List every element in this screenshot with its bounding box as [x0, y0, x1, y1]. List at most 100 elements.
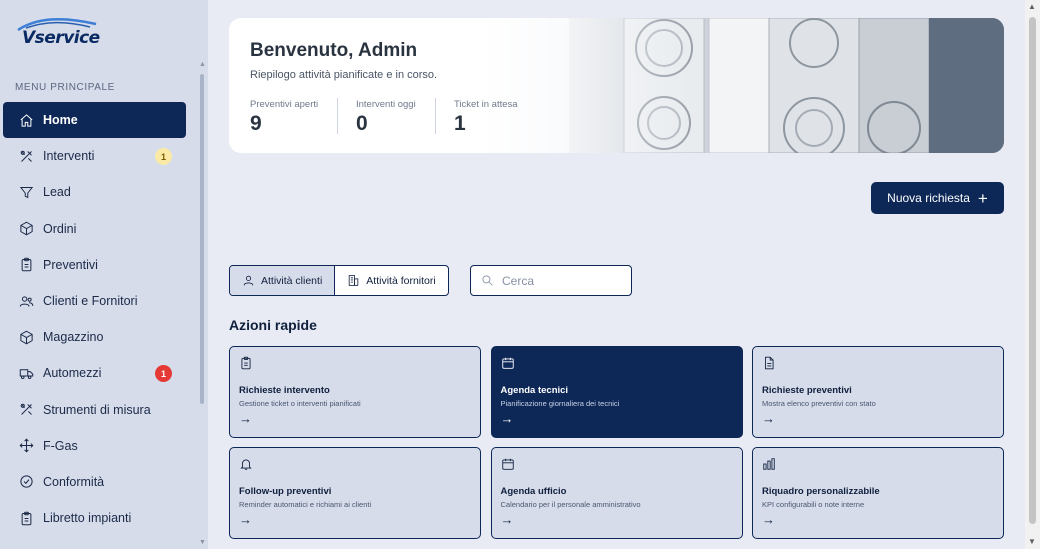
- scroll-up-icon[interactable]: ▲: [199, 61, 206, 68]
- stat-label: Ticket in attesa: [454, 99, 518, 110]
- notification-badge: 1: [155, 365, 172, 383]
- box-icon: [18, 221, 34, 237]
- truck-icon: [18, 365, 34, 381]
- sidebar-item-label: Automezzi: [43, 366, 102, 381]
- stat-interventi-oggi: Interventi oggi 0: [356, 99, 416, 135]
- stat-value: 0: [356, 112, 368, 135]
- welcome-banner: Benvenuto, Admin Riepilogo attività pian…: [229, 18, 1004, 153]
- sidebar-item-lead[interactable]: Lead: [3, 174, 186, 210]
- tab-attivita-fornitori[interactable]: Attività fornitori: [335, 266, 447, 295]
- card-title: Follow-up preventivi: [239, 486, 332, 497]
- clipboard-icon: [239, 356, 471, 375]
- sidebar-item-label: Home: [43, 113, 78, 128]
- bar-chart-icon: [762, 457, 994, 476]
- sidebar-item-libretto-impianti[interactable]: Libretto impianti: [3, 500, 186, 536]
- card-description: Mostra elenco preventivi con stato: [762, 399, 876, 408]
- plus-icon: +: [977, 188, 988, 208]
- calendar-icon: [501, 356, 733, 375]
- arrow-right-icon: →: [500, 411, 514, 426]
- stat-value: 1: [454, 112, 466, 135]
- document-icon: [762, 356, 994, 375]
- sidebar-item-label: Clienti e Fornitori: [43, 294, 138, 309]
- card-title: Agenda ufficio: [500, 486, 567, 497]
- stat-ticket-attesa: Ticket in attesa 1: [454, 99, 518, 135]
- main-content: Benvenuto, Admin Riepilogo attività pian…: [208, 0, 1025, 549]
- scroll-down-icon[interactable]: ▼: [199, 539, 206, 546]
- card-description: Pianificazione giornaliera dei tecnici: [500, 399, 620, 408]
- brand-logo[interactable]: Vservice: [16, 14, 108, 52]
- welcome-subtitle: Riepilogo attività pianificate e in cors…: [250, 69, 438, 81]
- tab-label: Attività fornitori: [366, 274, 436, 287]
- arrow-right-icon: →: [762, 411, 775, 426]
- stat-divider: [337, 98, 338, 134]
- sidebar-item-ordini[interactable]: Ordini: [3, 211, 186, 247]
- sidebar-item-conformita[interactable]: Conformità: [3, 464, 186, 500]
- card-agenda-ufficio[interactable]: Agenda ufficio Calendario per il persona…: [490, 447, 743, 539]
- card-riquadro-personalizzabile[interactable]: Riquadro personalizzabile KPI configurab…: [752, 447, 1004, 539]
- scroll-up-icon[interactable]: ▲: [1028, 2, 1036, 11]
- users-icon: [18, 293, 34, 309]
- new-request-label: Nuova richiesta: [887, 191, 970, 205]
- arrow-right-icon: →: [239, 411, 252, 426]
- menu-title: MENU PRINCIPALE: [15, 82, 115, 93]
- sidebar-scrollbar[interactable]: ▲ ▼: [199, 61, 206, 549]
- card-richieste-preventivi[interactable]: Richieste preventivi Mostra elenco preve…: [752, 346, 1004, 438]
- sidebar-item-label: Interventi: [43, 149, 95, 164]
- tab-label: Attività clienti: [261, 274, 323, 287]
- card-description: KPI configurabili o note interne: [762, 500, 865, 509]
- page-scrollbar[interactable]: ▲ ▼: [1025, 0, 1040, 549]
- page-scroll-thumb[interactable]: [1029, 17, 1036, 524]
- sidebar: Vservice MENU PRINCIPALE Home Interventi…: [0, 0, 208, 549]
- quick-actions-grid: Richieste intervento Gestione ticket o i…: [229, 346, 1004, 539]
- search-icon: [482, 275, 493, 286]
- card-title: Richieste intervento: [239, 385, 330, 396]
- notification-badge: 1: [155, 148, 172, 166]
- sidebar-item-label: F-Gas: [43, 438, 78, 453]
- sidebar-item-label: Conformità: [43, 474, 105, 489]
- sidebar-item-label: Lead: [43, 185, 71, 200]
- card-follow-up-preventivi[interactable]: Follow-up preventivi Reminder automatici…: [229, 447, 481, 539]
- stat-label: Preventivi aperti: [250, 99, 319, 110]
- building-icon: [349, 275, 359, 286]
- sidebar-item-label: Magazzino: [43, 330, 104, 345]
- sidebar-item-label: Strumenti di misura: [43, 402, 151, 417]
- sidebar-item-preventivi[interactable]: Preventivi: [3, 247, 186, 283]
- quick-actions-title: Azioni rapide: [229, 317, 317, 333]
- tab-attivita-clienti[interactable]: Attività clienti: [230, 266, 336, 295]
- welcome-title: Benvenuto, Admin: [250, 40, 418, 61]
- sidebar-menu: Home Interventi 1 Lead Ordini Preventivi…: [0, 102, 198, 536]
- sidebar-item-clienti-fornitori[interactable]: Clienti e Fornitori: [3, 283, 186, 319]
- card-agenda-tecnici[interactable]: Agenda tecnici Pianificazione giornalier…: [490, 346, 743, 438]
- card-title: Riquadro personalizzabile: [762, 486, 880, 497]
- search-input[interactable]: [502, 273, 622, 288]
- filter-icon: [18, 184, 34, 200]
- sidebar-item-magazzino[interactable]: Magazzino: [3, 319, 186, 355]
- sidebar-item-interventi[interactable]: Interventi 1: [3, 138, 186, 174]
- card-title: Agenda tecnici: [500, 385, 569, 396]
- clipboard-icon: [18, 257, 34, 273]
- stat-divider: [435, 98, 436, 134]
- sidebar-scroll-thumb[interactable]: [200, 74, 204, 404]
- new-request-button[interactable]: Nuova richiesta +: [871, 182, 1004, 214]
- arrow-right-icon: →: [500, 512, 514, 527]
- sidebar-item-fgas[interactable]: F-Gas: [3, 428, 186, 464]
- sidebar-item-home[interactable]: Home: [3, 102, 186, 139]
- package-icon: [18, 329, 34, 345]
- stat-value: 9: [250, 112, 262, 135]
- card-description: Reminder automatici e richiami ai client…: [239, 500, 372, 509]
- tools-icon: [18, 402, 34, 418]
- sidebar-item-label: Preventivi: [43, 257, 98, 272]
- sidebar-item-automezzi[interactable]: Automezzi 1: [3, 355, 186, 391]
- clipboard-icon: [18, 510, 34, 526]
- arrow-right-icon: →: [762, 512, 775, 527]
- user-icon: [243, 275, 254, 286]
- sidebar-item-strumenti-misura[interactable]: Strumenti di misura: [3, 392, 186, 428]
- bell-icon: [239, 457, 471, 476]
- search-box: [470, 265, 632, 296]
- logo-text: Vservice: [22, 28, 100, 48]
- scroll-down-icon[interactable]: ▼: [1028, 537, 1036, 546]
- card-richieste-intervento[interactable]: Richieste intervento Gestione ticket o i…: [229, 346, 481, 438]
- arrow-right-icon: →: [239, 512, 252, 527]
- activity-segmented-control: Attività clienti Attività fornitori: [229, 265, 449, 296]
- calendar-icon: [501, 457, 733, 476]
